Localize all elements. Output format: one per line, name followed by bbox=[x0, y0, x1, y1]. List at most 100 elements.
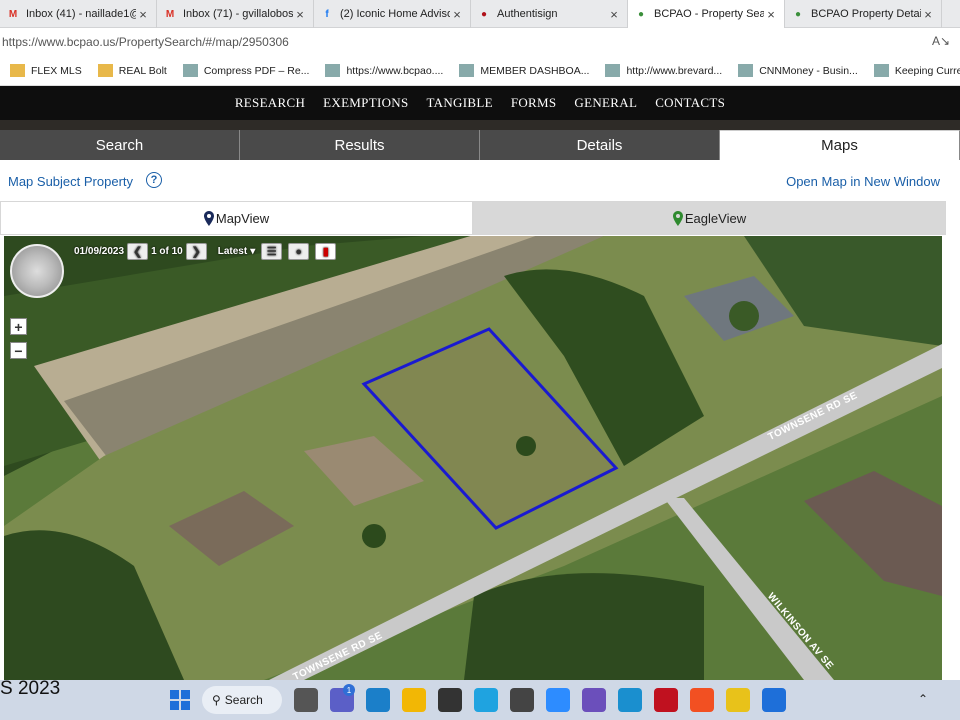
nav-research[interactable]: RESEARCH bbox=[235, 95, 305, 111]
map-pin-icon bbox=[672, 210, 683, 226]
browser-tab-title: BCPAO Property Details bbox=[811, 8, 921, 20]
zoom-icon[interactable] bbox=[546, 688, 570, 712]
bookmark-label: Compress PDF – Re... bbox=[203, 64, 310, 77]
pdf-icon[interactable]: ▮ bbox=[315, 243, 337, 260]
view-tabs: MapView EagleView bbox=[0, 201, 946, 235]
nav-exemptions[interactable]: EXEMPTIONS bbox=[323, 95, 408, 111]
property-tabs: Search Results Details Maps bbox=[0, 130, 960, 160]
folder-icon bbox=[97, 64, 113, 77]
bookmark-item[interactable]: CNNMoney - Busin... bbox=[738, 64, 858, 77]
close-icon[interactable]: × bbox=[764, 7, 778, 22]
browser-tab[interactable]: ● BCPAO - Property Search× bbox=[628, 0, 785, 28]
browser-tab-title: (2) Iconic Home Advisors bbox=[340, 8, 450, 20]
bookmark-item[interactable]: REAL Bolt bbox=[97, 64, 167, 77]
gmail-icon: M bbox=[8, 8, 18, 20]
bcpao-icon: ● bbox=[794, 8, 802, 20]
background-text-fragment: S 2023 bbox=[0, 678, 61, 699]
tab-maps[interactable]: Maps bbox=[720, 130, 960, 160]
browser-tab[interactable]: ● BCPAO Property Details × bbox=[785, 0, 942, 28]
browser-tab-title: Inbox (71) - gvillalobos bbox=[183, 8, 293, 20]
camera-icon[interactable] bbox=[510, 688, 534, 712]
compass-control[interactable] bbox=[10, 244, 64, 298]
tab-details[interactable]: Details bbox=[480, 130, 720, 160]
address-url[interactable]: https://www.bcpao.us/PropertySearch/#/ma… bbox=[2, 35, 289, 49]
close-icon[interactable]: × bbox=[136, 7, 150, 22]
tab-search[interactable]: Search bbox=[0, 130, 240, 160]
site-nav: RESEARCH EXEMPTIONS TANGIBLE FORMS GENERAL CO… bbox=[0, 86, 960, 120]
dell-icon[interactable] bbox=[438, 688, 462, 712]
cortana-icon[interactable] bbox=[474, 688, 498, 712]
latest-dropdown[interactable]: Latest bbox=[218, 246, 247, 257]
browser-tab-title: Authentisign bbox=[497, 8, 558, 20]
browser-tab[interactable]: M Inbox (71) - gvillalobos × bbox=[157, 0, 314, 28]
close-icon[interactable]: × bbox=[450, 7, 464, 22]
bookmark-label: http://www.brevard... bbox=[626, 64, 723, 77]
read-aloud-icon[interactable]: A↘ bbox=[932, 34, 950, 48]
bookmark-item[interactable]: http://www.brevard... bbox=[605, 64, 722, 77]
bookmark-item[interactable]: FLEX MLS bbox=[10, 64, 82, 77]
bookmarks-bar: FLEX MLS REAL Bolt Compress PDF – Re... htt… bbox=[0, 56, 960, 86]
pin-tool-icon[interactable]: ● bbox=[288, 243, 310, 260]
next-image-button[interactable]: ❯ bbox=[185, 243, 207, 260]
bookmark-label: FLEX MLS bbox=[31, 64, 82, 77]
chevron-up-icon[interactable]: ⌃ bbox=[918, 692, 928, 706]
windows-start-icon[interactable] bbox=[168, 688, 192, 712]
image-pager: 1 of 10 bbox=[151, 246, 183, 257]
file-explorer-icon[interactable] bbox=[402, 688, 426, 712]
bookmark-label: Keeping Current M... bbox=[894, 64, 960, 77]
bcpao-icon: ● bbox=[637, 8, 645, 20]
map-links: Map Subject Property ? Open Map in New W… bbox=[0, 166, 960, 196]
zoom-in-button[interactable]: + bbox=[10, 318, 27, 335]
aerial-map[interactable]: + − 01/09/2023 ❮ 1 of 10 ❯ Latest ▾ ☰ ● … bbox=[4, 236, 942, 680]
nav-general[interactable]: GENERAL bbox=[574, 95, 637, 111]
tab-mapview[interactable]: MapView bbox=[0, 201, 473, 235]
zoom-out-button[interactable]: − bbox=[10, 342, 27, 359]
folder-icon bbox=[10, 64, 25, 77]
caret-down-icon: ▾ bbox=[250, 246, 256, 257]
nav-contacts[interactable]: CONTACTS bbox=[655, 95, 725, 111]
task-view-icon[interactable] bbox=[294, 688, 318, 712]
florida-icon bbox=[605, 64, 621, 77]
nav-forms[interactable]: FORMS bbox=[511, 95, 557, 111]
bookmark-label: MEMBER DASHBOA... bbox=[480, 64, 590, 77]
store-icon[interactable] bbox=[618, 688, 642, 712]
bookmark-item[interactable]: https://www.bcpao.... bbox=[325, 64, 443, 77]
sticky-notes-icon[interactable] bbox=[726, 688, 750, 712]
browser-tab[interactable]: ● Authentisign × bbox=[471, 0, 628, 28]
app-icon[interactable] bbox=[582, 688, 606, 712]
bcpao-icon bbox=[325, 64, 341, 77]
search-icon: ⚲ bbox=[212, 693, 221, 707]
cnn-icon bbox=[738, 64, 754, 77]
office-icon[interactable] bbox=[690, 688, 714, 712]
layers-icon[interactable]: ☰ bbox=[261, 243, 283, 260]
imagery-date: 01/09/2023 bbox=[74, 246, 125, 257]
prev-image-button[interactable]: ❮ bbox=[127, 243, 149, 260]
taskbar-search[interactable]: ⚲ Search bbox=[202, 686, 282, 714]
edge-icon[interactable] bbox=[366, 688, 390, 712]
help-icon[interactable]: ? bbox=[146, 172, 162, 188]
tab-eagleview[interactable]: EagleView bbox=[473, 201, 946, 235]
bing-icon[interactable] bbox=[762, 688, 786, 712]
close-icon[interactable]: × bbox=[293, 7, 307, 22]
facebook-icon: f bbox=[325, 8, 329, 20]
mcafee-icon[interactable] bbox=[654, 688, 678, 712]
address-bar[interactable]: https://www.bcpao.us/PropertySearch/#/ma… bbox=[0, 28, 960, 56]
bookmark-item[interactable]: Compress PDF – Re... bbox=[182, 64, 310, 77]
bookmark-label: CNNMoney - Busin... bbox=[759, 64, 858, 77]
windows-taskbar: S 2023 ⚲ Search 1 ⌃ bbox=[0, 678, 960, 720]
map-subject-property-link[interactable]: Map Subject Property bbox=[8, 174, 133, 189]
open-map-new-window-link[interactable]: Open Map in New Window bbox=[786, 174, 940, 189]
browser-tab[interactable]: f (2) Iconic Home Advisors× bbox=[314, 0, 471, 28]
nav-tangible[interactable]: TANGIBLE bbox=[426, 95, 492, 111]
close-icon[interactable]: × bbox=[607, 7, 621, 22]
authentisign-icon: ● bbox=[480, 8, 488, 20]
header-strip bbox=[0, 120, 960, 130]
browser-tab[interactable]: M Inbox (41) - naillade1@ × bbox=[0, 0, 157, 28]
map-pin-icon bbox=[203, 210, 214, 226]
bookmark-label: https://www.bcpao.... bbox=[346, 64, 444, 77]
bookmark-item[interactable]: MEMBER DASHBOA... bbox=[459, 64, 589, 77]
tab-results[interactable]: Results bbox=[240, 130, 480, 160]
close-icon[interactable]: × bbox=[921, 7, 935, 22]
browser-tab-title: Inbox (41) - naillade1@ bbox=[26, 8, 136, 20]
bookmark-item[interactable]: Keeping Current M... bbox=[873, 64, 960, 77]
